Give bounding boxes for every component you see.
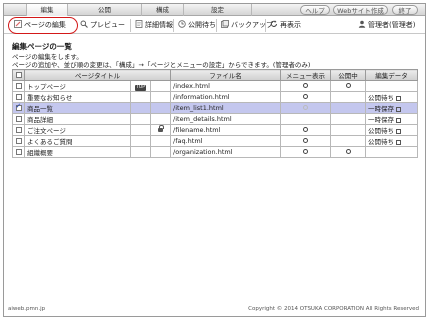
table-row[interactable]: 組織概要 /organization.html	[12, 146, 419, 158]
row-checkbox[interactable]	[15, 138, 22, 144]
user-label: 管理者(管理者)	[368, 21, 416, 29]
row-checkbox[interactable]	[15, 94, 22, 100]
edit-data-cell: 公開待ち	[365, 124, 419, 136]
preview-label: プレビュー	[90, 21, 125, 29]
page-edit-button[interactable]: ページの編集	[14, 19, 66, 32]
clock-icon	[178, 20, 186, 28]
page-title-cell: 重要なお知らせ	[24, 91, 131, 103]
menu-shown-icon	[303, 94, 309, 99]
status-text: 一時保存	[368, 105, 395, 113]
description-line-2: ページの追加や、並び順の変更は、「構成」→「ページとメニューの設定」からできます…	[12, 61, 311, 69]
website-create-button[interactable]: Webサイト作成	[333, 5, 388, 15]
edit-data-cell: 一時保存	[365, 102, 419, 114]
column-header-public: 公開中	[330, 69, 367, 81]
edit-data-icon[interactable]	[396, 139, 402, 145]
app-window: 編集 公開 構成 設定 ヘルプ Webサイト作成 終了 ページの編集 プレビュー…	[3, 3, 426, 317]
column-header-file: ファイル名	[170, 69, 282, 81]
edit-data-icon[interactable]	[396, 95, 402, 101]
footer-copyright: Copyright © 2014 OTSUKA CORPORATION All …	[248, 306, 419, 312]
row-checkbox[interactable]	[15, 127, 22, 133]
table-row[interactable]: トップページ TOP /index.html	[12, 80, 419, 92]
edit-pencil-icon	[14, 20, 22, 28]
status-text: 公開待ち	[368, 94, 395, 102]
refresh-button[interactable]: 再表示	[265, 19, 301, 32]
save-data-icon[interactable]	[396, 106, 402, 112]
edit-data-cell: 一時保存	[365, 113, 419, 125]
row-checkbox[interactable]	[15, 83, 22, 89]
menu-shown-icon	[303, 138, 309, 143]
menu-shown-icon	[303, 127, 309, 132]
save-data-icon[interactable]	[396, 117, 402, 123]
footer-domain: aiweb.pmn.jp	[8, 306, 46, 312]
tab-publish[interactable]: 公開	[68, 4, 142, 16]
publish-wait-label: 公開待ち	[188, 21, 216, 29]
page-title-cell: 商品一覧	[24, 102, 131, 114]
table-header-row: ページタイトル ファイル名 メニュー表示 公開中 編集データ	[12, 69, 419, 81]
edit-data-cell	[365, 80, 419, 92]
file-name-cell: /faq.html	[170, 135, 282, 147]
file-name-cell: /item_details.html	[170, 113, 282, 125]
publish-wait-button[interactable]: 公開待ち	[173, 19, 216, 32]
select-all-cell	[12, 69, 25, 81]
document-icon	[135, 20, 143, 28]
toolbar: ページの編集 プレビュー 詳細情報 公開待ち バックアップ 再表示 管理者(管理…	[4, 17, 425, 34]
backup-icon	[221, 20, 229, 28]
status-text: 一時保存	[368, 116, 395, 124]
menu-shown-icon	[303, 105, 309, 110]
table-row[interactable]: 重要なお知らせ /information.html 公開待ち	[12, 91, 419, 103]
column-header-edit-data: 編集データ	[365, 69, 419, 81]
page-title-cell: 商品詳細	[24, 113, 131, 125]
edit-data-cell: 公開待ち	[365, 91, 419, 103]
tab-settings[interactable]: 設定	[184, 4, 252, 16]
page-title-cell: トップページ	[24, 80, 131, 92]
page-title-cell: よくあるご質問	[24, 135, 131, 147]
page-list-table: ページタイトル ファイル名 メニュー表示 公開中 編集データ トップページ TO…	[12, 69, 419, 158]
file-name-cell: /filename.html	[170, 124, 282, 136]
page-title-cell: 組織概要	[24, 146, 131, 158]
lock-icon	[158, 125, 165, 132]
page-title-cell: ご注文ページ	[24, 124, 131, 136]
refresh-icon	[270, 20, 277, 27]
table-row-selected[interactable]: 商品一覧 /item_list1.html 一時保存	[12, 102, 419, 114]
published-icon	[345, 83, 351, 88]
page-edit-label: ページの編集	[24, 21, 66, 29]
column-header-title: ページタイトル	[23, 69, 172, 81]
help-button[interactable]: ヘルプ	[300, 5, 330, 15]
tab-edit[interactable]: 編集	[26, 4, 68, 16]
user-icon	[358, 20, 366, 28]
table-row[interactable]: ご注文ページ /filename.html 公開待ち	[12, 124, 419, 136]
file-name-cell: /item_list1.html	[170, 102, 282, 114]
published-icon	[345, 149, 351, 154]
user-menu[interactable]: 管理者(管理者)	[358, 19, 415, 32]
edit-data-icon[interactable]	[396, 128, 402, 134]
details-button[interactable]: 詳細情報	[130, 19, 173, 32]
details-label: 詳細情報	[145, 21, 173, 29]
file-name-cell: /index.html	[170, 80, 282, 92]
file-name-cell: /organization.html	[170, 146, 282, 158]
table-row[interactable]: 商品詳細 /item_details.html 一時保存	[12, 113, 419, 125]
row-checkbox[interactable]	[15, 149, 22, 155]
select-all-checkbox[interactable]	[15, 72, 22, 78]
column-header-menu: メニュー表示	[280, 69, 332, 81]
status-text: 公開待ち	[368, 127, 395, 135]
status-text: 公開待ち	[368, 138, 395, 146]
edit-data-cell	[365, 146, 419, 158]
refresh-label: 再表示	[280, 21, 301, 29]
preview-button[interactable]: プレビュー	[80, 19, 125, 32]
menu-shown-icon	[303, 149, 309, 154]
exit-button[interactable]: 終了	[392, 5, 418, 15]
row-checkbox[interactable]	[15, 116, 22, 122]
tab-structure[interactable]: 構成	[142, 4, 184, 16]
menu-shown-icon	[303, 83, 309, 88]
row-checkbox-checked[interactable]	[15, 104, 22, 111]
top-page-badge: TOP	[134, 84, 146, 91]
edit-data-cell: 公開待ち	[365, 135, 419, 147]
file-name-cell: /information.html	[170, 91, 282, 103]
magnifier-icon	[80, 20, 88, 28]
top-tab-bar: 編集 公開 構成 設定 ヘルプ Webサイト作成 終了	[4, 4, 425, 16]
table-row[interactable]: よくあるご質問 /faq.html 公開待ち	[12, 135, 419, 147]
